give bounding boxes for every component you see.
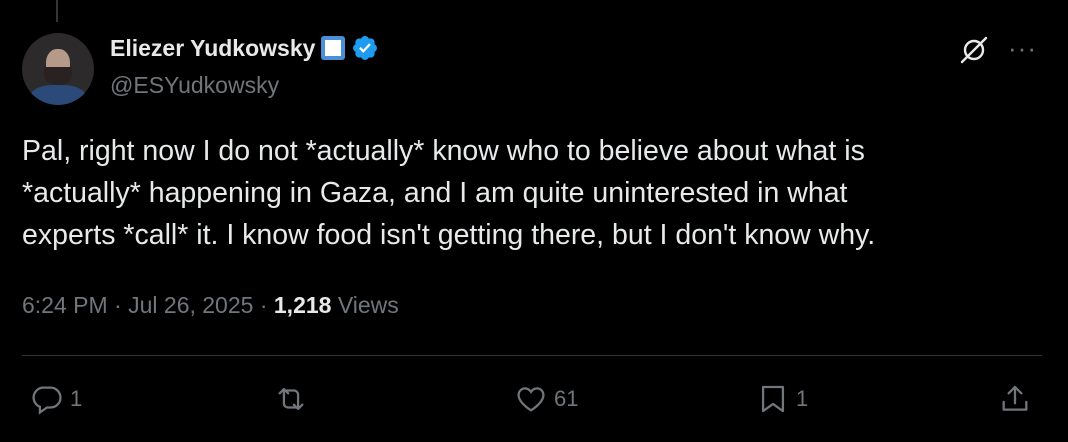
like-button[interactable]: 61 bbox=[514, 382, 578, 416]
reply-button[interactable]: 1 bbox=[30, 382, 82, 416]
views-count: 1,218 bbox=[273, 292, 332, 318]
verified-badge-icon[interactable] bbox=[351, 34, 379, 62]
bookmark-button[interactable]: 1 bbox=[756, 382, 808, 416]
meta-separator: · bbox=[107, 292, 129, 318]
more-options-icon[interactable]: ··· bbox=[1008, 34, 1037, 62]
retweet-icon bbox=[278, 387, 304, 411]
divider bbox=[22, 355, 1042, 356]
bookmark-count: 1 bbox=[796, 386, 809, 411]
action-bar: 1 61 1 bbox=[0, 382, 1068, 422]
reply-icon bbox=[32, 386, 62, 415]
author-handle[interactable]: @ESYudkowsky bbox=[110, 72, 279, 99]
views-label: Views bbox=[337, 292, 399, 318]
thread-connector-line bbox=[56, 0, 58, 22]
avatar[interactable] bbox=[22, 33, 94, 105]
like-count: 61 bbox=[554, 386, 579, 411]
tweet-text: Pal, right now I do not *actually* know … bbox=[22, 135, 876, 251]
bookmark-icon bbox=[761, 385, 785, 413]
meta-separator: · bbox=[253, 292, 274, 318]
reply-count: 1 bbox=[70, 386, 83, 411]
author-display-name[interactable]: Eliezer Yudkowsky bbox=[110, 35, 315, 62]
tweet-metadata: 6:24 PM · Jul 26, 2025 · 1,218 Views bbox=[22, 292, 399, 319]
share-button[interactable] bbox=[998, 382, 1032, 416]
grok-icon[interactable] bbox=[958, 34, 990, 66]
blue-square-emoji-icon bbox=[321, 36, 346, 60]
tweet-time[interactable]: 6:24 PM bbox=[22, 292, 108, 319]
heart-icon bbox=[517, 387, 545, 412]
avatar-beard bbox=[44, 67, 72, 85]
author-name-row: Eliezer Yudkowsky bbox=[110, 34, 379, 62]
share-icon bbox=[1002, 385, 1028, 411]
avatar-shirt bbox=[30, 85, 86, 105]
retweet-button[interactable] bbox=[274, 382, 314, 416]
tweet-date[interactable]: Jul 26, 2025 bbox=[128, 292, 253, 319]
